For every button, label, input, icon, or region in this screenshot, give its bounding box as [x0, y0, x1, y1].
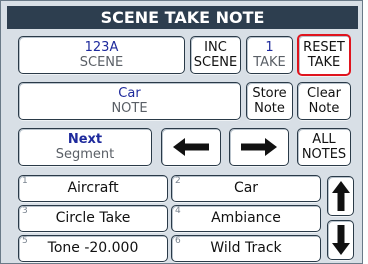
note-item-label: Wild Track	[210, 240, 282, 256]
clear-note-button[interactable]: Clear Note	[297, 82, 351, 120]
next-segment-line2: Segment	[55, 147, 115, 162]
next-segment-line1: Next	[67, 132, 103, 147]
note-item-2[interactable]: 2 Car	[171, 175, 321, 202]
take-field[interactable]: 1 TAKE	[246, 36, 293, 74]
next-segment-button[interactable]: Next Segment	[18, 128, 152, 166]
note-item-number: 5	[22, 236, 28, 246]
scroll-up-button[interactable]	[327, 176, 354, 216]
note-field[interactable]: Car NOTE	[18, 82, 241, 120]
note-value: Car	[118, 86, 141, 101]
all-notes-line2: NOTES	[301, 147, 347, 162]
inc-scene-line2: SCENE	[193, 55, 238, 70]
previous-button[interactable]	[161, 128, 221, 166]
scroll-down-button[interactable]	[327, 220, 354, 260]
arrow-up-icon	[331, 181, 350, 211]
store-note-line2: Note	[254, 101, 285, 116]
inc-scene-line1: INC	[204, 40, 227, 55]
note-item-3[interactable]: 3 Circle Take	[18, 205, 168, 232]
store-note-button[interactable]: Store Note	[246, 82, 293, 120]
note-item-label: Tone -20.000	[47, 240, 139, 256]
take-label: TAKE	[253, 55, 286, 70]
note-label: NOTE	[111, 101, 148, 116]
reset-take-button[interactable]: RESET TAKE	[297, 34, 351, 76]
scene-value: 123A	[84, 40, 119, 55]
arrow-down-icon	[331, 225, 350, 255]
note-item-label: Ambiance	[211, 210, 281, 226]
note-item-5[interactable]: 5 Tone -20.000	[18, 235, 168, 262]
scene-field[interactable]: 123A SCENE	[18, 36, 185, 74]
note-item-number: 3	[22, 206, 28, 216]
inc-scene-button[interactable]: INC SCENE	[190, 36, 241, 74]
panel-title: SCENE TAKE NOTE	[7, 6, 358, 29]
reset-take-line2: TAKE	[307, 55, 341, 70]
store-note-line1: Store	[252, 86, 287, 101]
note-item-number: 4	[175, 206, 181, 216]
scene-take-note-panel: SCENE TAKE NOTE 123A SCENE INC SCENE 1 T…	[0, 0, 363, 264]
clear-note-line2: Note	[308, 101, 340, 116]
note-item-label: Aircraft	[67, 180, 119, 196]
take-value: 1	[265, 40, 274, 55]
scene-label: SCENE	[79, 55, 124, 70]
arrow-right-icon	[241, 138, 277, 156]
note-item-1[interactable]: 1 Aircraft	[18, 175, 168, 202]
note-item-6[interactable]: 6 Wild Track	[171, 235, 321, 262]
note-item-4[interactable]: 4 Ambiance	[171, 205, 321, 232]
note-item-number: 1	[22, 176, 28, 186]
all-notes-button[interactable]: ALL NOTES	[297, 128, 351, 166]
note-item-number: 2	[175, 176, 181, 186]
all-notes-line1: ALL	[312, 132, 336, 147]
note-item-number: 6	[175, 236, 181, 246]
note-item-label: Circle Take	[55, 210, 131, 226]
next-button[interactable]	[229, 128, 289, 166]
reset-take-line1: RESET	[303, 40, 345, 55]
clear-note-line1: Clear	[307, 86, 341, 101]
note-item-label: Car	[233, 180, 259, 196]
arrow-left-icon	[173, 138, 209, 156]
